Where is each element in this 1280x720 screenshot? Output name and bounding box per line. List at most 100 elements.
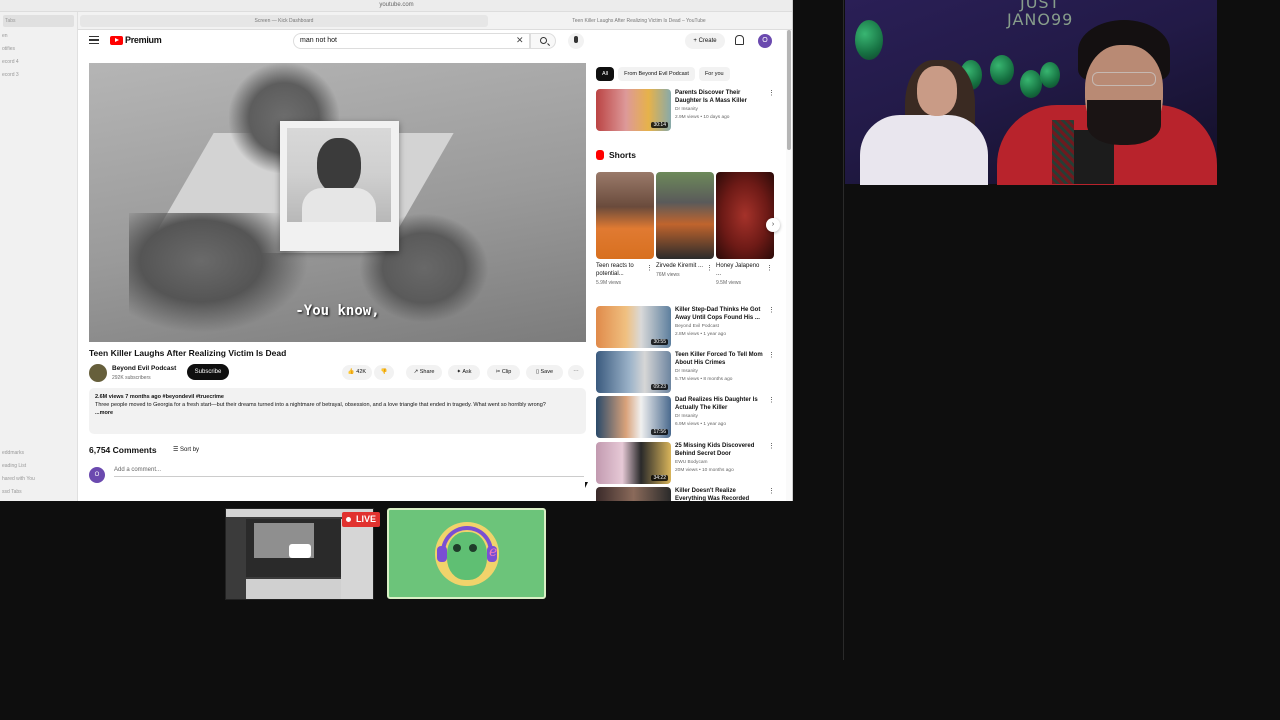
recommendation-thumbnail	[596, 487, 671, 501]
description-text: Three people moved to Georgia for a fres…	[95, 402, 546, 408]
search-icon	[540, 37, 547, 44]
recommendation-channel: Dr Insanity	[675, 414, 698, 419]
streamer-2-beard	[1087, 100, 1161, 145]
streamer-1-face	[917, 66, 957, 116]
chip-all[interactable]: All	[596, 67, 615, 81]
ask-button[interactable]: ✦ Ask	[448, 365, 480, 380]
stream-layout: youtube.com Screen — Kick Dashboard Teen…	[0, 0, 1280, 720]
sidebar-item-reading-list[interactable]: eading List	[0, 460, 35, 473]
clip-label: Clip	[501, 369, 512, 375]
live-dot-icon	[346, 517, 351, 522]
polaroid-shirt	[302, 188, 376, 222]
short-thumbnail	[596, 172, 654, 259]
short-views: 76M views	[656, 272, 680, 278]
recommendation-item[interactable]: Killer Doesn't Realize Everything Was Re…	[596, 487, 776, 501]
headset-earcup	[437, 546, 447, 562]
recommendation-item[interactable]: 30:14 Parents Discover Their Daughter Is…	[596, 89, 776, 131]
video-player[interactable]: -You know,	[89, 63, 586, 342]
share-button[interactable]: ↗ Share	[406, 365, 442, 380]
recommendation-meta: 2.9M views • 10 days ago	[675, 115, 730, 120]
recommendation-item[interactable]: 30:55 Killer Step-Dad Thinks He Got Away…	[596, 306, 776, 348]
subscribe-button[interactable]: Subscribe	[187, 364, 229, 380]
short-views: 9.5M views	[716, 280, 742, 286]
recommendation-channel: EWU Bodycam	[675, 460, 708, 465]
more-options-icon[interactable]: ⋮	[768, 487, 775, 495]
sidebar-item-tabs[interactable]: Tabs	[3, 15, 74, 27]
sidebar-item-bookmarks[interactable]: eddmarks	[0, 447, 35, 460]
save-button[interactable]: ▯ Save	[526, 365, 563, 380]
account-avatar[interactable]: O	[758, 34, 772, 48]
more-options-icon[interactable]: ⋮	[766, 264, 773, 272]
menu-icon[interactable]	[89, 36, 99, 44]
recommendation-meta: 20M views • 10 months ago	[675, 468, 734, 473]
duration-badge: 17:56	[651, 429, 668, 435]
recommendation-item[interactable]: 34:22 25 Missing Kids Discovered Behind …	[596, 442, 776, 484]
tab-kick-dashboard[interactable]: Screen — Kick Dashboard	[80, 15, 488, 27]
recommendation-thumbnail: 30:14	[596, 89, 671, 131]
polaroid-photo	[287, 128, 391, 222]
sidebar-item[interactable]: otifies	[0, 43, 77, 56]
balloon-decoration	[1040, 62, 1060, 88]
save-label: Save	[540, 369, 554, 375]
create-button[interactable]: + Create	[685, 33, 725, 49]
more-actions-icon[interactable]: ⋯	[568, 365, 584, 380]
more-options-icon[interactable]: ⋮	[646, 264, 653, 272]
short-thumbnail	[656, 172, 714, 259]
recommendation-channel: Dr Insanity	[675, 107, 698, 112]
clear-search-icon[interactable]: ✕	[516, 35, 524, 46]
channel-avatar[interactable]	[89, 364, 107, 382]
recommendation-item[interactable]: 17:56 Dad Realizes His Daughter Is Actua…	[596, 396, 776, 438]
clip-button[interactable]: ✂ Clip	[487, 365, 520, 380]
tab-youtube[interactable]: Teen Killer Laughs After Realizing Victi…	[490, 15, 788, 27]
search-input[interactable]: man not hot	[293, 33, 530, 49]
sidebar-item-tabs-bottom[interactable]: ssd Tabs	[0, 486, 35, 499]
like-button[interactable]: 👍 42K	[342, 365, 372, 380]
sidebar-item[interactable]: ecord 4	[0, 56, 77, 69]
youtube-logo[interactable]: Premium	[110, 35, 162, 45]
youtube-page: Premium man not hot ✕ + Create O -You kn…	[79, 30, 792, 501]
more-options-icon[interactable]: ⋮	[768, 396, 775, 404]
more-options-icon[interactable]: ⋮	[768, 89, 775, 97]
notifications-icon[interactable]	[735, 35, 744, 45]
add-comment-input[interactable]: Add a comment...	[114, 467, 584, 477]
duration-badge: 09:23	[651, 384, 668, 390]
recommendation-title: Teen Killer Forced To Tell Mom About His…	[675, 352, 763, 366]
duration-badge: 34:22	[651, 475, 668, 481]
chip-for-you[interactable]: For you	[698, 67, 730, 81]
more-options-icon[interactable]: ⋮	[768, 351, 775, 359]
recommendation-thumbnail: 30:55	[596, 306, 671, 348]
short-item[interactable]: Zirvede Kiremit ... 76M views ⋮	[656, 172, 714, 278]
chip-from-channel[interactable]: From Beyond Evil Podcast	[618, 67, 695, 81]
description-more[interactable]: ...more	[95, 409, 580, 417]
shorts-next-icon[interactable]: ›	[766, 218, 780, 232]
dislike-button[interactable]: 👎	[374, 365, 394, 380]
youtube-header: Premium man not hot ✕ + Create O	[79, 30, 792, 52]
avatar-tile[interactable]: e	[387, 508, 546, 599]
short-thumbnail	[716, 172, 774, 259]
video-caption: -You know,	[295, 303, 380, 319]
search-button[interactable]	[530, 33, 556, 49]
sidebar-item-shared[interactable]: hared with You	[0, 473, 35, 486]
shorts-icon	[596, 150, 604, 160]
recommendation-thumbnail: 17:56	[596, 396, 671, 438]
page-scrollbar[interactable]	[786, 30, 792, 501]
sort-by-button[interactable]: ☰ Sort by	[173, 446, 199, 453]
recommendation-title: Killer Step-Dad Thinks He Got Away Until…	[675, 307, 761, 321]
more-options-icon[interactable]: ⋮	[706, 264, 713, 272]
sidebar-item[interactable]: en	[0, 30, 77, 43]
recommendation-item[interactable]: 09:23 Teen Killer Forced To Tell Mom Abo…	[596, 351, 776, 393]
recommendation-thumbnail: 09:23	[596, 351, 671, 393]
scrollbar-thumb[interactable]	[787, 30, 791, 150]
short-views: 5.9M views	[596, 280, 622, 286]
description-box[interactable]: 2.6M views 7 months ago #beyondevil #tru…	[89, 388, 586, 434]
like-count: 42K	[356, 369, 367, 375]
recommendation-channel: Dr Insanity	[675, 369, 698, 374]
more-options-icon[interactable]: ⋮	[768, 442, 775, 450]
address-bar[interactable]: youtube.com	[0, 2, 792, 8]
sidebar-item[interactable]: ecord 3	[0, 69, 77, 82]
more-options-icon[interactable]: ⋮	[768, 306, 775, 314]
short-item[interactable]: Teen reacts to potential... 5.9M views ⋮	[596, 172, 654, 286]
short-item[interactable]: Honey Jalapeno ... 9.5M views ⋮	[716, 172, 774, 286]
mic-icon[interactable]	[568, 33, 584, 49]
channel-name[interactable]: Beyond Evil Podcast	[112, 365, 176, 372]
